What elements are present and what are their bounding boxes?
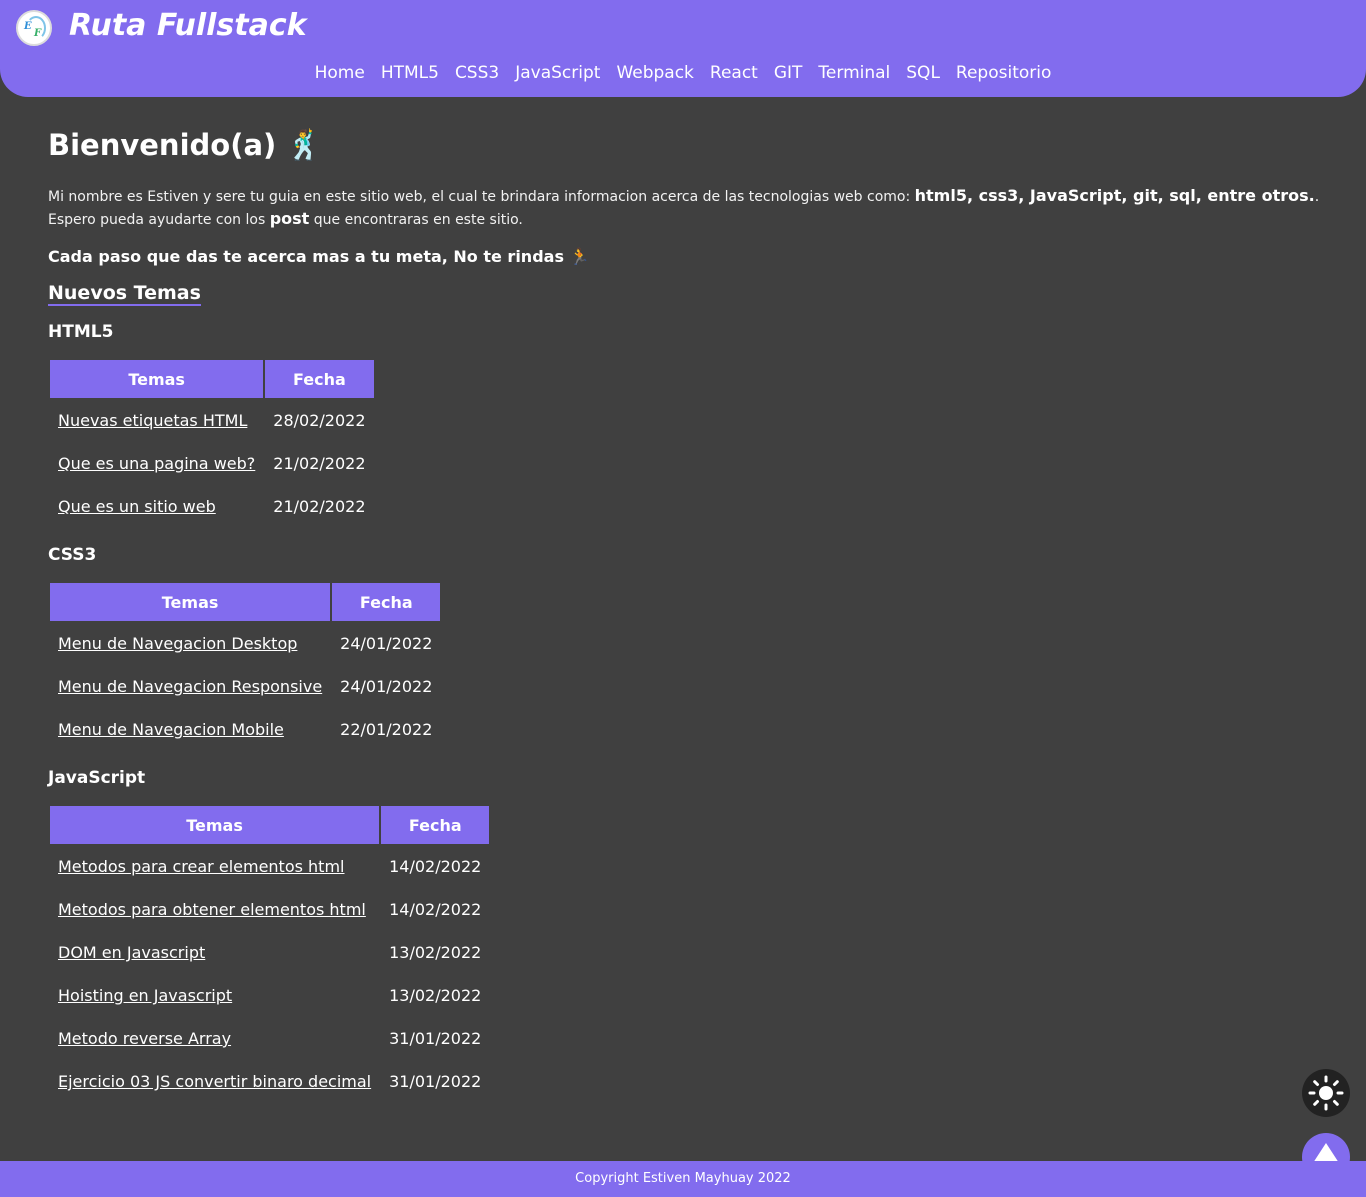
table-row: Metodo reverse Array 31/01/2022	[50, 1018, 489, 1059]
date-cell: 31/01/2022	[389, 1029, 482, 1048]
topic-table: Temas Fecha Menu de Navegacion Desktop 24/0…	[48, 581, 442, 752]
topic-cell: Metodos para crear elementos html	[50, 846, 379, 887]
date-cell: 24/01/2022	[340, 634, 433, 653]
table-header-row: Temas Fecha	[50, 360, 374, 398]
intro-text-end: que encontraras en este sitio.	[309, 212, 523, 228]
topic-link[interactable]: DOM en Javascript	[58, 943, 205, 962]
nav-link-css3[interactable]: CSS3	[455, 63, 499, 89]
topic-link[interactable]: Metodo reverse Array	[58, 1029, 231, 1048]
date-cell: 14/02/2022	[389, 857, 482, 876]
topic-cell: Hoisting en Javascript	[50, 975, 379, 1016]
topic-cell: Nuevas etiquetas HTML	[50, 400, 263, 441]
section-title: Nuevos Temas	[48, 282, 201, 306]
date-cell: 24/01/2022	[340, 677, 433, 696]
topic-link[interactable]: Que es una pagina web?	[58, 454, 255, 473]
main-nav: Home HTML5 CSS3 JavaScript Webpack React…	[0, 63, 1366, 89]
page-title: Bienvenido(a) 🕺	[48, 128, 323, 162]
date-cell: 22/01/2022	[340, 720, 433, 739]
topic-cell: Menu de Navegacion Mobile	[50, 709, 330, 750]
nav-link-sql[interactable]: SQL	[906, 63, 940, 89]
topic-cell: Menu de Navegacion Responsive	[50, 666, 330, 707]
intro-tech-list: html5, css3, JavaScript, git, sql, entre…	[914, 186, 1315, 205]
topic-cell: Que es una pagina web?	[50, 443, 263, 484]
nav-link-git[interactable]: GIT	[774, 63, 803, 89]
topic-link[interactable]: Que es un sitio web	[58, 497, 216, 516]
column-header-fecha: Fecha	[381, 806, 490, 844]
topic-cell: Metodo reverse Array	[50, 1018, 379, 1059]
date-cell: 13/02/2022	[389, 943, 482, 962]
topic-table: Temas Fecha Nuevas etiquetas HTML 28/02/202…	[48, 358, 376, 529]
table-row: Que es un sitio web 21/02/2022	[50, 486, 374, 527]
table-row: Metodos para crear elementos html 14/02/2…	[50, 846, 489, 887]
table-row: Menu de Navegacion Mobile 22/01/2022	[50, 709, 440, 750]
topic-link[interactable]: Menu de Navegacion Responsive	[58, 677, 322, 696]
topic-cell: DOM en Javascript	[50, 932, 379, 973]
table-header-row: Temas Fecha	[50, 806, 490, 844]
date-cell: 28/02/2022	[273, 411, 366, 430]
topic-cell: Ejercicio 03 JS convertir binaro decimal	[50, 1061, 379, 1102]
topic-link[interactable]: Metodos para crear elementos html	[58, 857, 344, 876]
table-row: Metodos para obtener elementos html 14/02…	[50, 889, 489, 930]
column-header-fecha: Fecha	[265, 360, 374, 398]
date-cell: 21/02/2022	[273, 497, 366, 516]
topic-groups: HTML5 Temas Fecha Nuevas etiquetas HTML 28/0…	[48, 322, 1328, 1104]
site-title[interactable]: Ruta Fullstack	[69, 8, 307, 43]
date-cell: 21/02/2022	[273, 454, 366, 473]
topic-group-title: HTML5	[48, 322, 114, 342]
topic-link[interactable]: Ejercicio 03 JS convertir binaro decimal	[58, 1072, 371, 1091]
date-cell: 14/02/2022	[389, 900, 482, 919]
logo-letter-e: E	[24, 21, 32, 32]
table-row: Ejercicio 03 JS convertir binaro decimal…	[50, 1061, 489, 1102]
nav-link-home[interactable]: Home	[315, 63, 365, 89]
topic-link[interactable]: Menu de Navegacion Mobile	[58, 720, 284, 739]
nav-link-react[interactable]: React	[710, 63, 758, 89]
theme-toggle-button[interactable]	[1302, 1069, 1350, 1117]
table-row: Que es una pagina web? 21/02/2022	[50, 443, 374, 484]
column-header-temas: Temas	[50, 583, 331, 621]
nav-link-terminal[interactable]: Terminal	[818, 63, 890, 89]
sun-icon	[1308, 1075, 1344, 1111]
column-header-temas: Temas	[50, 806, 380, 844]
table-row: Hoisting en Javascript 13/02/2022	[50, 975, 489, 1016]
topic-link[interactable]: Nuevas etiquetas HTML	[58, 411, 247, 430]
topic-group-title: CSS3	[48, 545, 97, 565]
topic-cell: Metodos para obtener elementos html	[50, 889, 379, 930]
topic-link[interactable]: Metodos para obtener elementos html	[58, 900, 366, 919]
intro-paragraph: Mi nombre es Estiven y sere tu guia en e…	[48, 185, 1328, 231]
topic-cell: Menu de Navegacion Desktop	[50, 623, 330, 664]
nav-link-webpack[interactable]: Webpack	[616, 63, 693, 89]
table-row: DOM en Javascript 13/02/2022	[50, 932, 489, 973]
topic-group-title: JavaScript	[48, 768, 146, 788]
table-header-row: Temas Fecha	[50, 583, 441, 621]
copyright-text: Copyright Estiven Mayhuay 2022	[575, 1171, 791, 1186]
column-header-fecha: Fecha	[332, 583, 441, 621]
column-header-temas: Temas	[50, 360, 264, 398]
topic-link[interactable]: Hoisting en Javascript	[58, 986, 232, 1005]
date-cell: 31/01/2022	[389, 1072, 482, 1091]
site-logo[interactable]: E F	[16, 10, 52, 46]
topic-cell: Que es un sitio web	[50, 486, 263, 527]
table-row: Nuevas etiquetas HTML 28/02/2022	[50, 400, 374, 441]
site-footer: Copyright Estiven Mayhuay 2022	[0, 1161, 1366, 1197]
intro-text-start: Mi nombre es Estiven y sere tu guia en e…	[48, 189, 915, 205]
topic-link[interactable]: Menu de Navegacion Desktop	[58, 634, 297, 653]
nav-link-repositorio[interactable]: Repositorio	[956, 63, 1051, 89]
nav-link-javascript[interactable]: JavaScript	[515, 63, 600, 89]
site-header: E F Ruta Fullstack Home HTML5 CSS3 JavaS…	[0, 0, 1366, 97]
table-row: Menu de Navegacion Responsive 24/01/2022	[50, 666, 440, 707]
table-row: Menu de Navegacion Desktop 24/01/2022	[50, 623, 440, 664]
arrow-up-icon	[1313, 1143, 1339, 1163]
nav-link-html5[interactable]: HTML5	[381, 63, 439, 89]
motto: Cada paso que das te acerca mas a tu met…	[48, 247, 590, 266]
logo-letter-f: F	[34, 28, 42, 39]
topic-table: Temas Fecha Metodos para crear elementos h…	[48, 804, 491, 1104]
intro-post-word: post	[269, 209, 310, 228]
main-content: Bienvenido(a) 🕺 Mi nombre es Estiven y s…	[48, 128, 1328, 1104]
date-cell: 13/02/2022	[389, 986, 482, 1005]
